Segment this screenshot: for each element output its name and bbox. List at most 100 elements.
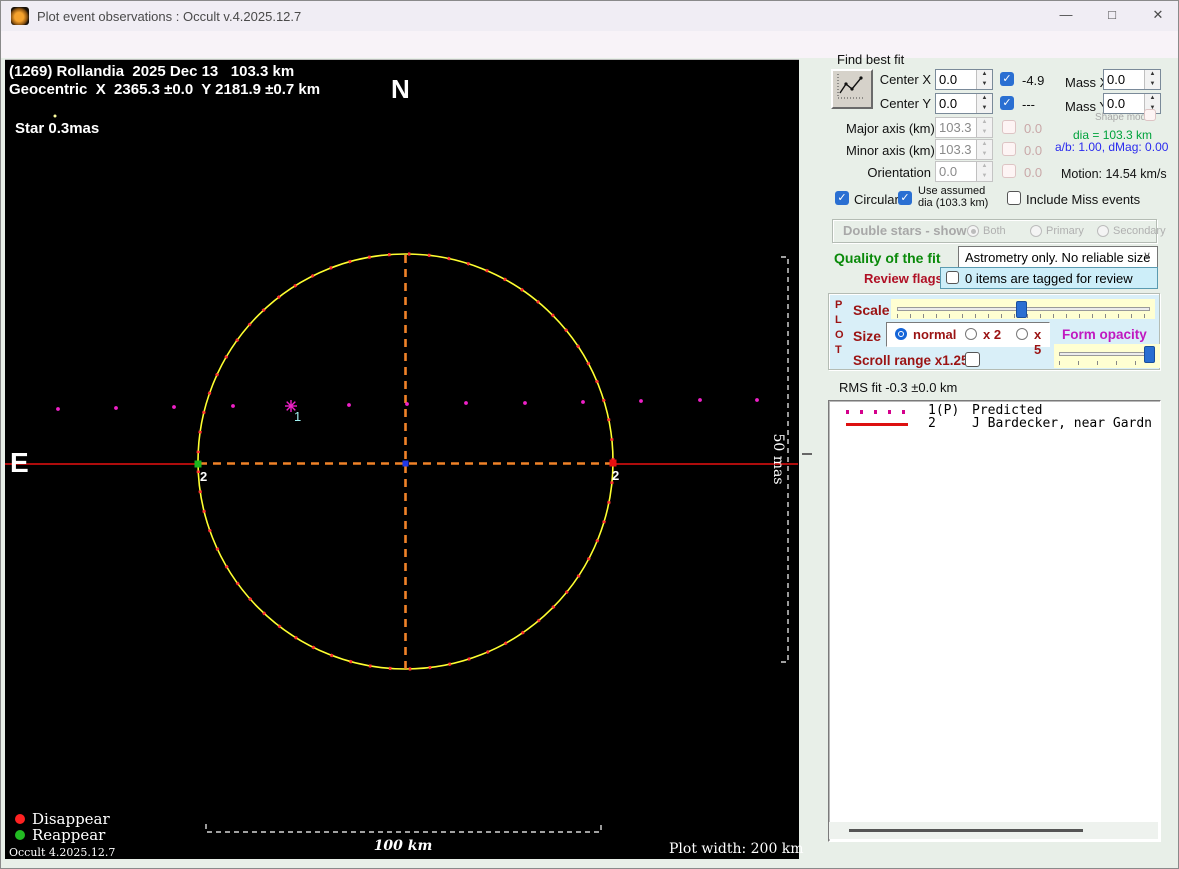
plot-drawing: 2 2 1 [5,114,798,833]
rms-label: RMS fit -0.3 ±0.0 km [839,380,958,395]
plot-controls-panel: P L O T Scale Size normal x 2 x 5 Form o… [828,293,1160,370]
minimize-button[interactable]: — [1049,2,1083,28]
obs-row2-name: J Bardecker, near Gardn [972,416,1153,431]
include-miss-label: Include Miss events [1026,192,1141,207]
double-stars-primary-label: Primary [1046,225,1084,237]
orientation-label: Orientation [867,165,931,180]
review-flags-value: 0 items are tagged for review [965,271,1133,286]
double-stars-group: Double stars - show Both Primary Seconda… [832,219,1166,243]
center-y-checkbox[interactable] [1000,96,1014,110]
scale-slider-ticks [897,314,1148,318]
svg-text:2: 2 [200,469,207,484]
splitter-handle[interactable] [802,453,812,455]
minor-axis-flag: 0.0 [1024,143,1043,158]
motion-label: Motion: 14.54 km/s [1061,167,1167,181]
predicted-line-sample [846,410,908,414]
plot-letter-p: P [835,299,843,311]
title-bar: Plot event observations : Occult v.4.202… [1,1,1178,31]
horizontal-scale-label: 100 km [373,838,433,854]
orientation-down-icon: ▼ [977,171,992,181]
minor-axis-checkbox [1002,142,1016,156]
plot-header-line1: (1269) Rollandia 2025 Dec 13 103.3 km [9,63,295,80]
maximize-button[interactable]: □ [1095,2,1129,28]
major-axis-label: Major axis (km) [846,121,935,136]
size-x5-radio[interactable] [1016,328,1028,340]
review-flags-checkbox[interactable] [946,271,959,284]
menu-bar: with Plot... Plot options... ? Help Keep… [1,31,1178,85]
mass-y-up-icon[interactable]: ▲ [1145,94,1160,104]
minor-up-icon: ▲ [977,140,992,150]
orientation-up-icon: ▲ [977,162,992,172]
plot-letter-t: T [835,344,842,356]
window-title: Plot event observations : Occult v.4.202… [37,9,302,24]
observed-line-sample [846,423,908,426]
major-up-icon: ▲ [977,118,992,128]
list-hscrollbar-thumb[interactable] [849,829,1083,832]
center-x-up-icon[interactable]: ▲ [977,70,992,80]
reappear-label: Reappear [32,826,106,844]
size-x2-radio[interactable] [965,328,977,340]
minor-axis-spinner: 103.3 ▲ ▼ [935,139,993,160]
major-axis-flag: 0.0 [1024,121,1043,136]
circular-checkbox[interactable] [835,191,849,205]
center-y-spinner[interactable]: 0.0 ▲ ▼ [935,93,993,114]
svg-text:2: 2 [612,468,619,483]
center-y-label: Center Y [879,96,931,111]
app-window: Plot event observations : Occult v.4.202… [0,0,1179,869]
opacity-slider[interactable] [1054,344,1160,368]
app-icon [11,7,29,25]
observations-listbox[interactable]: 1(P) Predicted 2 J Bardecker, near Gardn [828,400,1161,842]
use-assumed-checkbox[interactable] [898,191,912,205]
version-label: Occult 4.2025.12.7 [9,846,116,859]
use-assumed-label-1: Use assumed [918,185,986,197]
mass-x-label: Mass X [1065,75,1109,90]
plot-letter-o: O [835,329,844,341]
double-stars-secondary-radio [1097,225,1109,237]
center-y-down-icon[interactable]: ▼ [977,103,992,113]
use-assumed-label-2: dia (103.3 km) [918,197,989,209]
list-hscrollbar[interactable] [829,822,1158,839]
center-x-down-icon[interactable]: ▼ [977,79,992,89]
scale-label: Scale [853,302,890,318]
size-x2-label: x 2 [983,327,1002,342]
review-flags-field: 0 items are tagged for review [940,267,1158,289]
svg-text:1: 1 [294,409,301,424]
scroll-range-label: Scroll range x1.25 [853,353,969,368]
double-stars-title: Double stars - show [843,223,967,238]
circular-label: Circular [854,192,899,207]
opacity-slider-track[interactable] [1059,352,1155,356]
minor-down-icon: ▼ [977,149,992,159]
center-x-checkbox[interactable] [1000,72,1014,86]
north-label: N [391,74,410,104]
center-y-up-icon[interactable]: ▲ [977,94,992,104]
orientation-flag: 0.0 [1024,165,1043,180]
ab-dmag-label: a/b: 1.00, dMag: 0.00 [1055,140,1169,154]
star-size-label: Star 0.3mas [15,120,100,137]
opacity-slider-ticks [1059,361,1153,365]
plot-width-label: Plot width: 200 km [669,841,804,857]
orientation-checkbox [1002,164,1016,178]
mass-x-down-icon[interactable]: ▼ [1145,79,1160,89]
quality-label: Quality of the fit [834,250,941,266]
center-x-spinner[interactable]: 0.0 ▲ ▼ [935,69,993,90]
plot-canvas[interactable]: 2 2 1 (1269) Rollandia 2025 Dec 13 103.3 k… [5,59,804,859]
scale-slider[interactable] [891,299,1155,319]
scroll-range-checkbox[interactable] [965,352,980,367]
quality-value: Astrometry only. No reliable size [965,250,1151,265]
major-axis-spinner: 103.3 ▲ ▼ [935,117,993,138]
mass-x-spinner[interactable]: 0.0 ▲ ▼ [1103,69,1161,90]
double-stars-both-label: Both [983,225,1006,237]
close-button[interactable]: ✕ [1141,2,1175,28]
plot-header-line2: Geocentric X 2365.3 ±0.0 Y 2181.9 ±0.7 k… [9,81,321,98]
east-label: E [10,447,29,478]
minor-axis-label: Minor axis (km) [846,143,935,158]
size-label: Size [853,328,882,344]
find-best-fit-label: Find best fit [837,52,905,67]
obs-row2-num: 2 [928,416,936,431]
quality-dropdown[interactable]: Astrometry only. No reliable size ∨ [958,246,1158,268]
reappear-dot-icon [15,830,25,840]
size-normal-radio[interactable] [895,328,907,340]
major-down-icon: ▼ [977,127,992,137]
mass-x-up-icon[interactable]: ▲ [1145,70,1160,80]
include-miss-checkbox[interactable] [1007,191,1021,205]
